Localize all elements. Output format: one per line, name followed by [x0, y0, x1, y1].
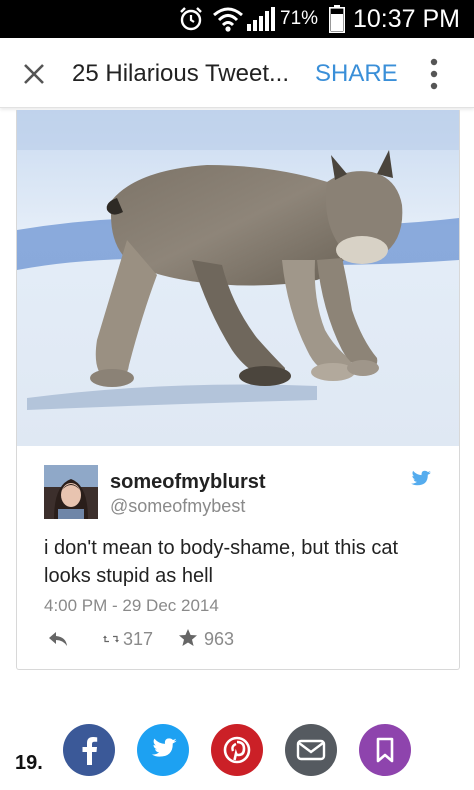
- pinterest-icon: [223, 736, 251, 764]
- share-button[interactable]: SHARE: [315, 60, 398, 88]
- twitter-bird-icon[interactable]: [408, 470, 432, 490]
- bookmark-icon: [376, 737, 394, 763]
- bookmark-share-button[interactable]: [359, 724, 411, 776]
- tweet-handle[interactable]: @someofmybest: [110, 495, 245, 517]
- battery-icon: [329, 5, 345, 33]
- retweet-count: 317: [123, 629, 154, 649]
- pinterest-share-button[interactable]: [211, 724, 263, 776]
- like-count: 963: [204, 629, 235, 649]
- reply-icon[interactable]: [47, 630, 69, 648]
- avatar[interactable]: [44, 465, 98, 519]
- tweet-text: i don't mean to body-shame, but this cat…: [44, 537, 399, 587]
- retweet-icon[interactable]: [103, 630, 119, 648]
- email-icon: [296, 739, 326, 761]
- more-vert-icon[interactable]: [424, 57, 444, 91]
- app-bar: 25 Hilarious Tweet... SHARE: [0, 38, 474, 108]
- status-bar: 71% 10:37 PM: [0, 0, 474, 38]
- battery-percent: 71%: [280, 8, 319, 29]
- page-title: 25 Hilarious Tweet...: [72, 60, 289, 87]
- item-number: 19.: [15, 752, 43, 774]
- tweet-card: someofmyblurst @someofmybest i don't mea…: [16, 110, 460, 670]
- facebook-icon: [82, 737, 98, 765]
- wifi-icon: [213, 7, 243, 32]
- twitter-icon: [151, 738, 177, 757]
- email-share-button[interactable]: [285, 724, 337, 776]
- close-icon[interactable]: [20, 60, 48, 88]
- signal-icon: [247, 7, 275, 31]
- alarm-icon: [180, 7, 202, 31]
- facebook-share-button[interactable]: [63, 724, 115, 776]
- star-icon[interactable]: [178, 628, 198, 648]
- tweet-timestamp[interactable]: 4:00 PM - 29 Dec 2014: [44, 595, 219, 617]
- status-time: 10:37 PM: [353, 5, 461, 33]
- twitter-share-button[interactable]: [137, 724, 189, 776]
- tweet-display-name[interactable]: someofmyblurst: [110, 470, 266, 494]
- lynx-photo: [17, 110, 459, 446]
